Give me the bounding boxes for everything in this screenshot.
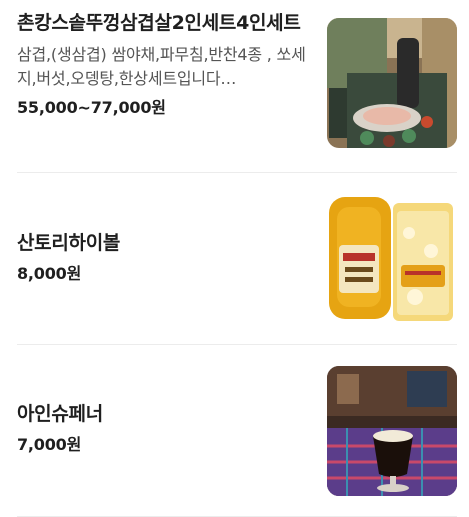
menu-item-name: 산토리하이볼 xyxy=(17,232,121,254)
menu-item-name: 아인슈페너 xyxy=(17,403,103,425)
menu-item-photo-samgyeopsal[interactable] xyxy=(327,18,457,148)
menu-item-text: 촌캉스솥뚜껑삼겹살2인세트4인세트 삼겹,(생삼겹) 쌈야채,파무침,반찬4종 … xyxy=(17,10,312,119)
menu-item-text: 산토리하이볼 8,000원 xyxy=(17,230,312,285)
menu-item-name: 촌캉스솥뚜껑삼겹살2인세트4인세트 xyxy=(17,12,301,34)
menu-item-price: 55,000~77,000원 xyxy=(17,98,166,117)
whisky-bottle-photo xyxy=(327,193,457,323)
menu-item-photo-einspanner[interactable] xyxy=(327,366,457,496)
menu-item-samgyeopsal-set[interactable]: 촌캉스솥뚜껑삼겹살2인세트4인세트 삼겹,(생삼겹) 쌈야채,파무침,반찬4종 … xyxy=(17,0,457,172)
menu-item-text: 아인슈페너 7,000원 xyxy=(17,401,312,456)
menu-item-einspanner[interactable]: 아인슈페너 7,000원 xyxy=(17,345,457,517)
menu-item-suntory-highball[interactable]: 산토리하이볼 8,000원 xyxy=(17,173,457,345)
menu-item-photo-highball[interactable] xyxy=(327,193,457,323)
coffee-glass-photo xyxy=(327,366,457,496)
menu-item-price: 8,000원 xyxy=(17,264,82,283)
menu-item-description: 삼겹,(생삼겹) 쌈야채,파무침,반찬4종 , 쏘세지,버섯,오뎅탕,한상세트입… xyxy=(17,45,306,88)
menu-item-price: 7,000원 xyxy=(17,435,82,454)
bbq-table-photo xyxy=(327,18,457,148)
